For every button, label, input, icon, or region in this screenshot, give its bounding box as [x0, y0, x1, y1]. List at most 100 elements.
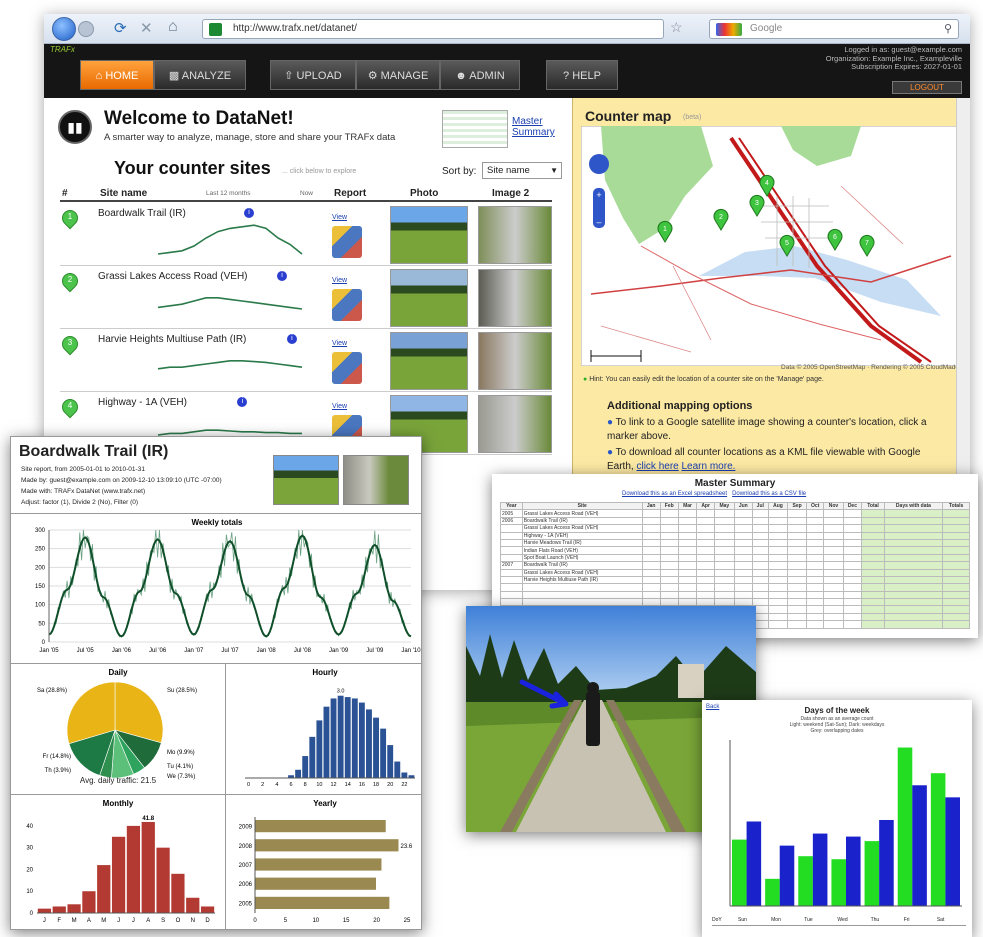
yearly-y-tick: 2009: [239, 825, 253, 831]
daily-pie-chart: DailySu (28.5%)Mo (9.9%)Tu (4.1%)We (7.3…: [37, 668, 197, 780]
master-value-cell: [942, 538, 970, 548]
master-value-cell: [714, 553, 735, 563]
kml-click-here-link[interactable]: click here: [636, 461, 678, 472]
address-bar[interactable]: http://www.trafx.net/datanet/: [202, 19, 664, 39]
site-name[interactable]: Harvie Heights Multiuse Path (IR): [98, 334, 246, 345]
monthly-x-tick: O: [176, 918, 181, 924]
master-value-cell: [659, 575, 679, 585]
hourly-bar: [366, 709, 372, 778]
report-mini-charts-icon[interactable]: [332, 352, 362, 384]
search-box[interactable]: Google ⚲: [709, 19, 959, 39]
report-view-link[interactable]: View: [332, 214, 347, 221]
logout-button[interactable]: LOGOUT: [892, 81, 962, 94]
report-view-link[interactable]: View: [332, 403, 347, 410]
google-icon: [716, 23, 742, 36]
report-mini-charts-icon[interactable]: [332, 226, 362, 258]
master-value-cell: [714, 598, 735, 607]
site-image2[interactable]: [478, 269, 552, 327]
report-mini-charts-icon[interactable]: [332, 289, 362, 321]
map-pan-control[interactable]: [589, 154, 609, 174]
master-value-cell: [805, 568, 825, 577]
master-summary-thumbnail[interactable]: [442, 110, 508, 148]
gear-icon: ⚙: [367, 70, 381, 82]
weekly-x-tick: Jan '06: [112, 648, 132, 654]
site-image2[interactable]: [478, 332, 552, 390]
master-value-cell: [805, 509, 825, 518]
master-value-cell: [861, 620, 885, 629]
site-name[interactable]: Boardwalk Trail (IR): [98, 208, 186, 219]
master-value-cell: [942, 516, 970, 526]
master-value-cell: [842, 524, 863, 533]
master-value-cell: [733, 509, 753, 518]
master-value-cell: [677, 531, 698, 540]
master-value-cell: [659, 590, 679, 600]
site-row[interactable]: 2 Grassi Lakes Access Road (VEH) i View: [58, 267, 552, 329]
master-value-cell: [823, 546, 844, 555]
home-icon[interactable]: ⌂: [168, 18, 178, 36]
site-photo[interactable]: [390, 269, 468, 327]
master-year-cell: [500, 598, 523, 607]
nav-analyze[interactable]: ▩ ANALYZE: [154, 60, 246, 90]
info-icon[interactable]: i: [237, 397, 248, 407]
master-value-cell: [641, 531, 661, 540]
nav-admin[interactable]: ☻ ADMIN: [440, 60, 520, 90]
master-year-cell: [500, 524, 523, 533]
master-value-cell: [861, 590, 885, 600]
master-value-cell: [823, 531, 844, 540]
master-value-cell: [861, 531, 885, 540]
master-value-cell: [767, 590, 789, 600]
monthly-bar: [126, 825, 141, 913]
nav-manage[interactable]: ⚙ MANAGE: [356, 60, 440, 90]
master-value-cell: [787, 583, 807, 592]
monthly-bar: [37, 908, 52, 913]
master-value-cell: [733, 583, 753, 592]
site-photo[interactable]: [390, 332, 468, 390]
master-year-cell: 2007: [500, 561, 523, 570]
site-photo[interactable]: [390, 206, 468, 264]
info-icon[interactable]: i: [277, 271, 287, 281]
search-icon[interactable]: ⚲: [944, 20, 952, 38]
csv-download-link[interactable]: Download this as a CSV file: [732, 491, 806, 497]
excel-download-link[interactable]: Download this as an Excel spreadsheet: [622, 491, 727, 497]
stop-icon[interactable]: ✕: [140, 19, 153, 37]
reload-icon[interactable]: ⟳: [114, 19, 127, 37]
master-value-cell: [787, 509, 807, 518]
master-site-cell: [521, 590, 643, 600]
nav-upload[interactable]: ⇧ UPLOAD: [270, 60, 356, 90]
master-value-cell: [805, 553, 825, 563]
site-image2[interactable]: [478, 206, 552, 264]
info-icon[interactable]: i: [244, 208, 254, 218]
hourly-x-tick: 12: [330, 782, 336, 788]
monthly-bar: [52, 906, 66, 913]
hourly-bar: [337, 695, 344, 778]
master-value-cell: [696, 538, 716, 548]
sort-select[interactable]: Site name ▼: [482, 162, 562, 179]
master-value-cell: [861, 583, 885, 592]
master-value-cell: [696, 590, 716, 600]
nav-help[interactable]: ? HELP: [546, 60, 618, 90]
hourly-bar: [358, 702, 365, 778]
bookmark-star-icon[interactable]: ☆: [670, 19, 683, 36]
forward-button[interactable]: [78, 21, 94, 37]
nav-home[interactable]: ⌂ HOME: [80, 60, 154, 90]
site-row[interactable]: 1 Boardwalk Trail (IR) i View: [58, 204, 552, 266]
dow-header-cell: Wed: [837, 917, 848, 923]
report-view-link[interactable]: View: [332, 277, 347, 284]
learn-more-link[interactable]: Learn more.: [682, 461, 736, 472]
master-value-cell: [861, 509, 885, 518]
master-site-cell: Harvie Meadows Trail (IR): [521, 538, 643, 548]
counter-map[interactable]: + – 1 2 3 4 5 6 7: [581, 126, 959, 366]
info-icon[interactable]: i: [286, 334, 297, 344]
site-name[interactable]: Highway - 1A (VEH): [98, 397, 187, 408]
back-button[interactable]: [52, 17, 76, 41]
site-row[interactable]: 3 Harvie Heights Multiuse Path (IR) i View: [58, 330, 552, 392]
master-summary-link[interactable]: Master Summary: [512, 116, 564, 138]
master-site-cell: Boardwalk Trail (IR): [521, 516, 643, 526]
hourly-x-tick: 18: [373, 782, 379, 788]
site-name[interactable]: Grassi Lakes Access Road (VEH): [98, 271, 248, 282]
hourly-x-tick: 0: [247, 782, 250, 788]
report-view-link[interactable]: View: [332, 340, 347, 347]
sparkline-path: [157, 429, 302, 436]
master-value-cell: [677, 538, 698, 548]
site-image2[interactable]: [478, 395, 552, 453]
